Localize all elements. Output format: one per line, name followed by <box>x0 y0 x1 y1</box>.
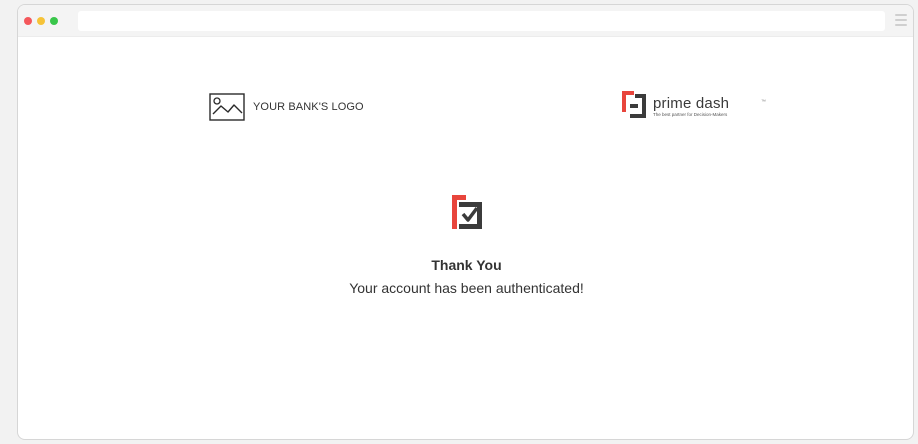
maximize-window-button[interactable] <box>50 17 58 25</box>
thank-you-title: Thank You <box>431 257 502 273</box>
bank-logo: YOUR BANK'S LOGO <box>209 93 364 121</box>
browser-titlebar <box>18 5 913 37</box>
prime-dash-mark-icon <box>622 91 646 118</box>
check-mark-icon <box>452 195 482 229</box>
authentication-message: Your account has been authenticated! <box>349 280 584 296</box>
close-window-button[interactable] <box>24 17 32 25</box>
trademark-symbol: ™ <box>761 99 766 105</box>
bank-logo-label: YOUR BANK'S LOGO <box>253 101 364 113</box>
prime-dash-tagline: The best partner for Decision-Makers <box>653 112 728 117</box>
browser-window: YOUR BANK'S LOGO prime dash ™ The best p… <box>17 4 914 440</box>
image-placeholder-icon <box>209 93 245 121</box>
minimize-window-button[interactable] <box>37 17 45 25</box>
prime-dash-logo: prime dash ™ The best partner for Decisi… <box>622 91 766 121</box>
hamburger-menu-icon[interactable] <box>895 14 907 26</box>
prime-dash-name: prime dash <box>653 95 730 112</box>
address-bar[interactable] <box>78 11 885 31</box>
